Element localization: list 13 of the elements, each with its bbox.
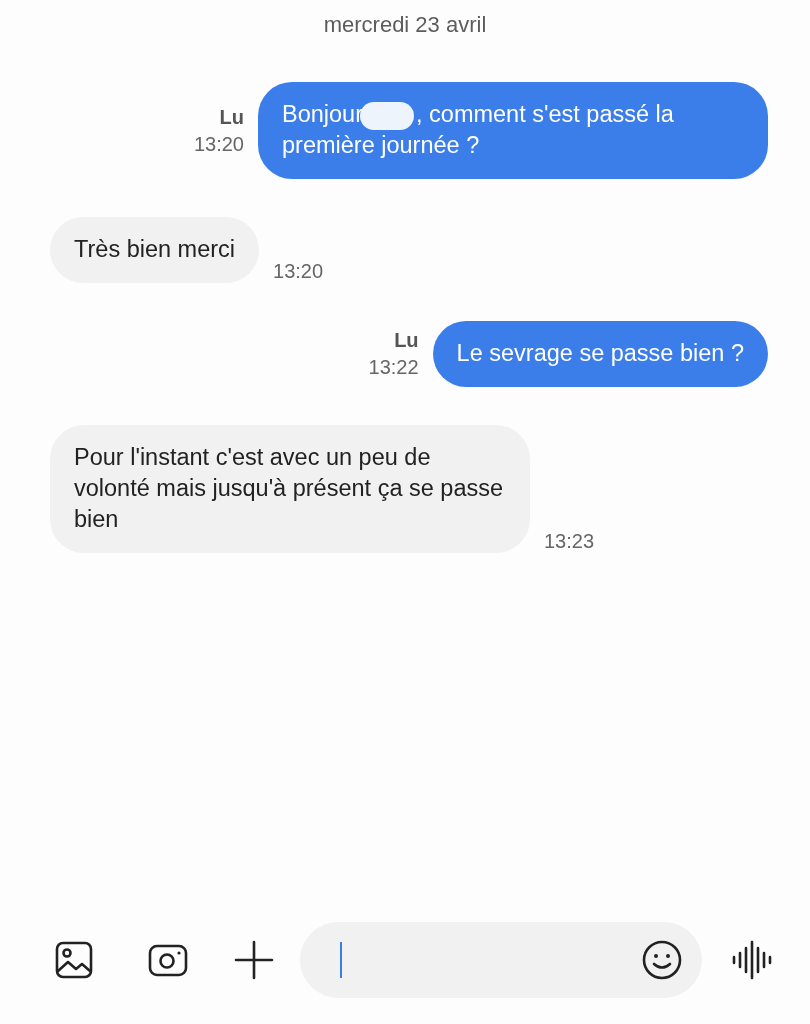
plus-icon[interactable]: [232, 938, 276, 982]
voice-icon[interactable]: [730, 938, 774, 982]
message-time: 13:20: [273, 260, 324, 283]
date-header: mercredi 23 avril: [323, 12, 487, 38]
message-time: 13:23: [544, 530, 595, 553]
read-status: Lu: [219, 105, 244, 129]
message-text: Très bien merci: [74, 235, 236, 264]
message-text: Le sevrage se passe bien ?: [456, 339, 744, 368]
emoji-icon[interactable]: [640, 938, 684, 982]
read-status: Lu: [394, 329, 419, 352]
message-time: 13:22: [368, 356, 419, 379]
message-time: 13:20: [193, 132, 244, 156]
message-text: Pour l'instant c'est avec un peu de volonté mais jusqu'à présent ça se passe bien: [74, 443, 505, 534]
